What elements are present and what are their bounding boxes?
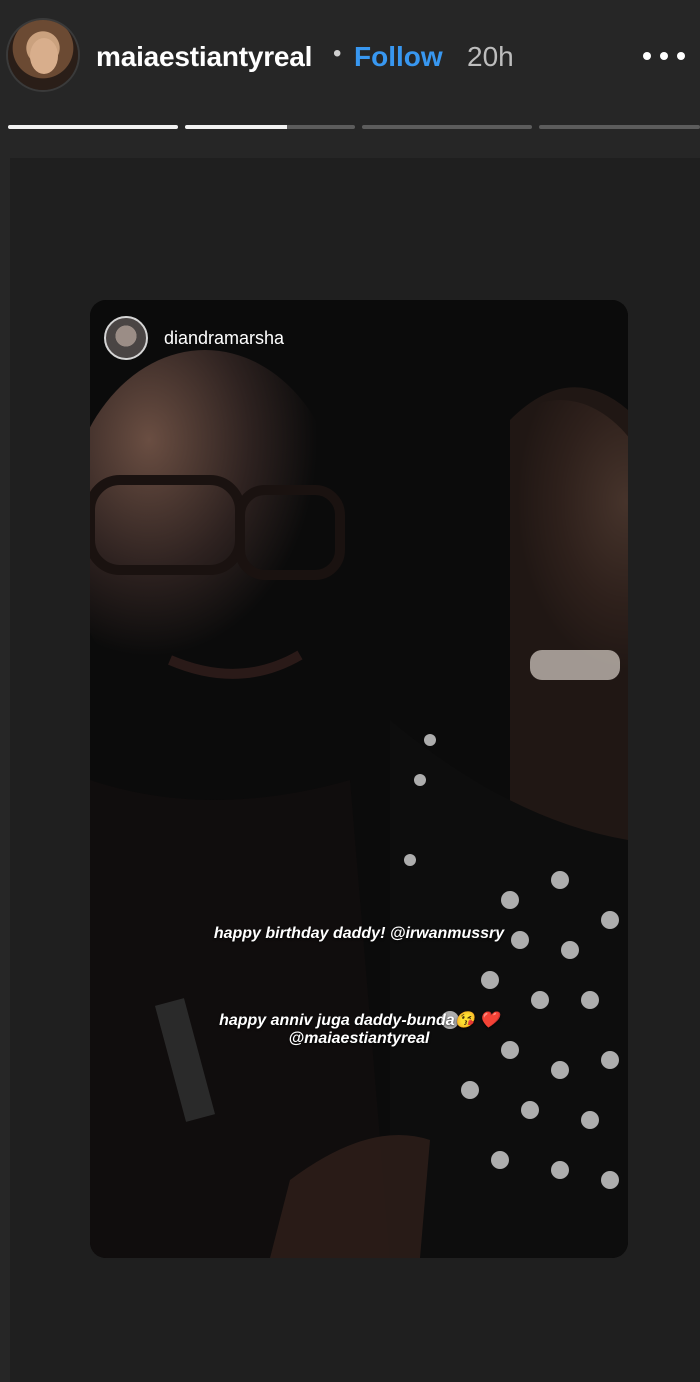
progress-fill [185, 125, 287, 129]
more-dot [677, 52, 685, 60]
separator-dot: • [333, 40, 342, 67]
progress-fill [8, 125, 178, 129]
shared-story-card[interactable]: diandramarsha happy birthday daddy! @irw… [90, 300, 628, 1258]
follow-button[interactable]: Follow [354, 41, 443, 73]
progress-segment-3 [362, 125, 532, 129]
more-dot [643, 52, 651, 60]
progress-segment-4 [539, 125, 700, 129]
caption-mention[interactable]: @maiaestiantyreal [90, 1030, 628, 1048]
shared-post-avatar[interactable] [104, 316, 148, 360]
caption-anniv: happy anniv juga daddy-bunda😘 ❤️ [219, 1012, 499, 1029]
story-photo [90, 300, 628, 1258]
progress-segment-2 [185, 125, 355, 129]
profile-avatar[interactable] [8, 20, 78, 90]
story-username[interactable]: maiaestiantyreal [96, 41, 312, 73]
avatar-face [30, 38, 58, 74]
shared-post-username[interactable]: diandramarsha [164, 328, 284, 349]
post-time: 20h [467, 41, 514, 72]
more-dots-icon[interactable] [640, 38, 690, 72]
story-header: maiaestiantyreal • Follow 20h [0, 0, 700, 150]
progress-segment-1 [8, 125, 178, 129]
more-dot [660, 52, 668, 60]
caption-birthday[interactable]: happy birthday daddy! @irwanmussry [90, 925, 628, 943]
